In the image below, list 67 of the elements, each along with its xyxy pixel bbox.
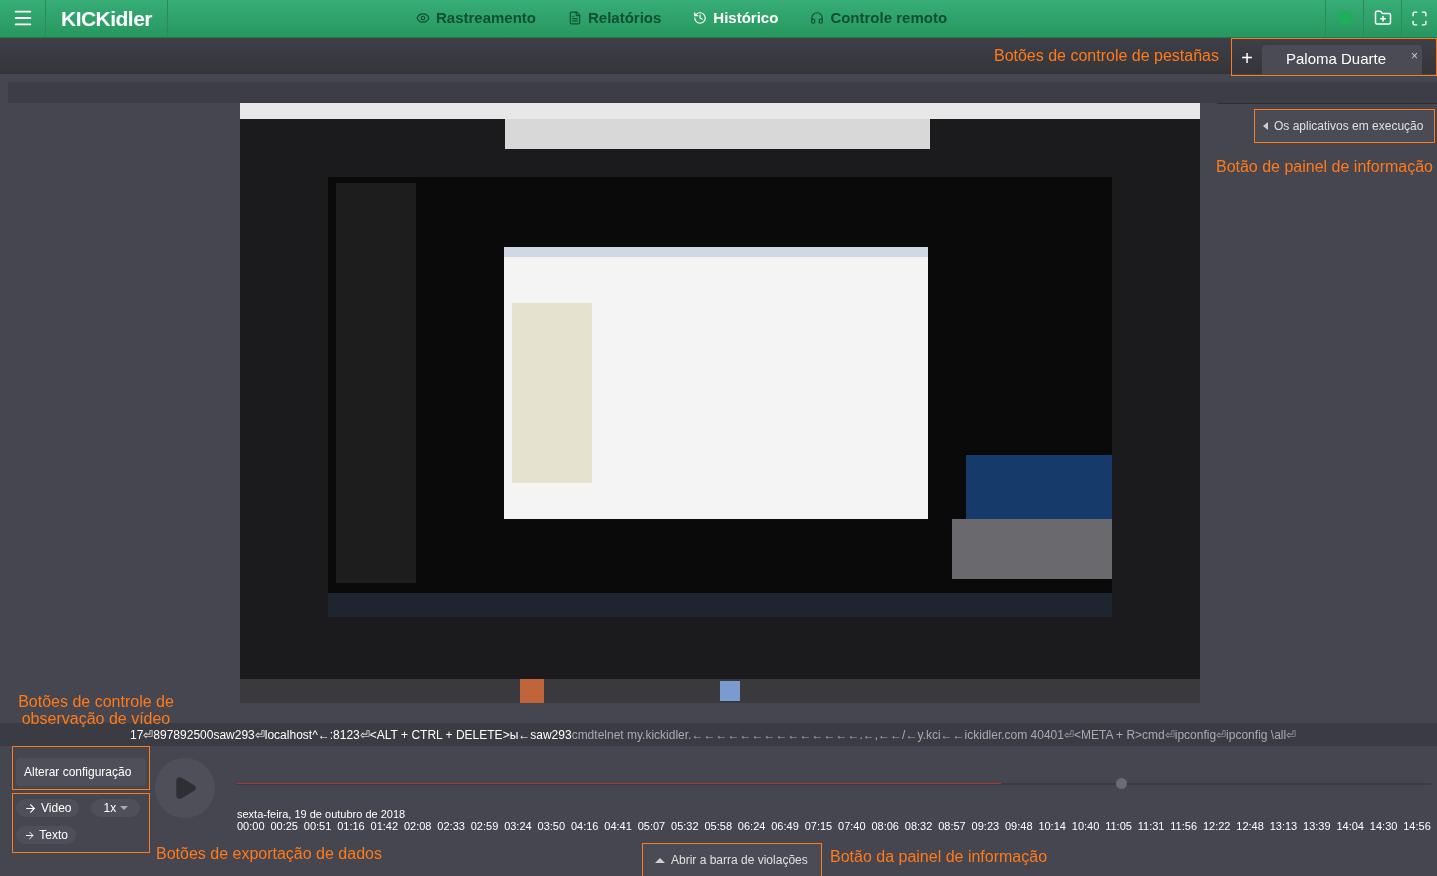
time-tick: 06:24 [737,820,766,833]
tab[interactable]: Paloma Duarte × [1262,44,1422,75]
annotation: Botões de controle de pestañas [993,45,1219,66]
time-tick: 12:48 [1236,820,1264,833]
time-tick: 07:40 [838,820,866,833]
logo: KICKidler [61,5,152,32]
settings-button[interactable]: Alterar configuração [16,758,146,786]
export-text-button[interactable]: Texto [16,826,76,844]
time-tick: 14:30 [1369,820,1398,833]
time-tick: 05:58 [704,820,732,833]
time-tick: 11:05 [1105,820,1132,833]
caret-icon [655,857,665,863]
time-tick: 01:42 [370,820,399,833]
time-tick: 04:16 [570,820,599,833]
close-tab-button[interactable]: × [1411,46,1418,65]
time-tick: 07:15 [804,820,833,833]
headset-icon [810,11,825,26]
time-tick: 13:39 [1303,820,1331,833]
export-video-button[interactable]: Video [16,799,80,817]
timeline-handle[interactable] [1115,778,1127,789]
time-tick: 02:33 [437,820,465,833]
time-tick: 08:57 [938,820,966,833]
keylog-text: 17⏎897892500saw293⏎localhost^←:8123⏎<ALT + CTRL + DELETE>ы←saw293 [130,726,572,744]
annotation: Botão de painel de informação [1215,157,1433,178]
caret-icon [1263,122,1268,131]
time-tick: 00:00 [237,820,265,833]
time-tick: 13:13 [1269,820,1298,833]
running-apps-button[interactable]: Os aplicativos em execução [1254,109,1435,144]
folder-plus-icon [1373,9,1392,28]
annotation: Botão da painel de informação [830,847,1048,867]
speed-dropdown[interactable]: 1x [91,799,141,817]
time-tick: 06:49 [771,820,799,833]
document-icon [568,11,582,26]
fullscreen-icon [1411,9,1428,27]
time-tick: 03:50 [537,820,566,833]
tab-label: Paloma Duarte [1286,49,1388,70]
time-tick: 08:32 [904,820,933,833]
time-tick: 03:24 [504,820,532,833]
time-tick: 09:23 [971,820,1000,833]
time-tick: 09:48 [1005,820,1033,833]
timeline-track[interactable] [237,778,1431,790]
time-tick: 14:56 [1403,820,1431,833]
time-tick: 00:51 [303,820,332,833]
time-tick: 05:32 [671,820,699,833]
add-tab-button[interactable]: + [1240,40,1254,75]
time-tick: 14:04 [1336,820,1364,833]
time-tick: 00:25 [270,820,298,833]
time-tick: 11:31 [1137,820,1165,833]
date-label: sexta-feira, 19 de outubro de 2018 [237,808,407,820]
history-icon [693,11,708,26]
time-tick: 08:06 [871,820,899,833]
time-tick: 10:14 [1038,820,1066,833]
time-tick: 11:56 [1170,820,1198,833]
time-tick: 01:16 [337,820,365,833]
violations-button[interactable]: Abrir a barra de violações [642,843,822,876]
caret-icon [120,806,129,810]
eye-icon [415,11,430,26]
time-tick: 02:59 [470,820,499,833]
time-tick: 10:40 [1071,820,1100,833]
time-tick: 05:07 [637,820,666,833]
keylog-text: cmdtelnet my.kickidler.←←←←←←←←←←←←←←.←,←←/←y.kci←←ickidler.com 40401⏎<META + R>cmd⏎ipconfig⏎ipconfig \all⏎ [571,726,1297,744]
time-tick: 04:41 [604,820,632,833]
time-tick: 12:22 [1202,820,1231,833]
annotation: Botões de controle de observação de vídeo [17,693,175,727]
time-tick: 02:08 [403,820,432,833]
arrow-icon [24,801,37,815]
annotation: Botões de exportação de dados [156,844,382,864]
